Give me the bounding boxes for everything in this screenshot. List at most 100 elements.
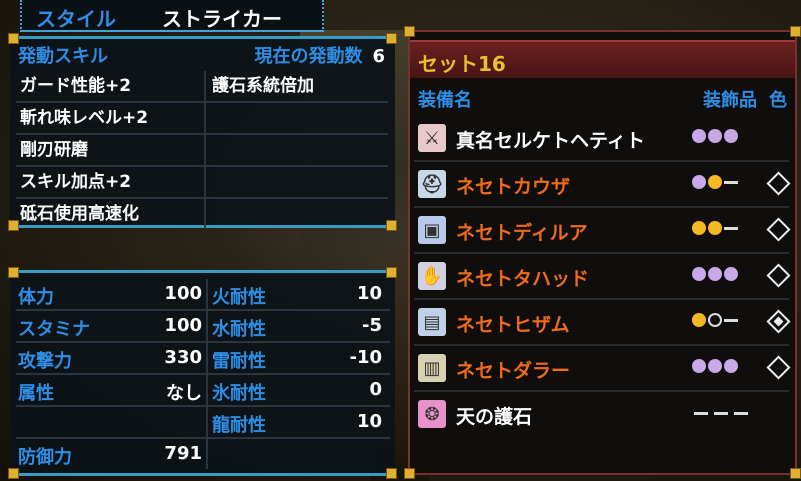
weapon-icon: ⚔ <box>418 124 446 152</box>
color-diamond-icon <box>766 217 791 242</box>
style-value: ストライカー <box>162 7 282 31</box>
decoration-slots <box>692 267 738 281</box>
stat-value: 791 <box>164 443 202 464</box>
divider <box>206 439 208 469</box>
divider <box>206 407 208 437</box>
decoration-slots <box>692 129 738 143</box>
corner-ornament <box>790 26 801 37</box>
resistance-name: 水耐性 <box>212 319 266 340</box>
active-count-value: 6 <box>372 46 385 67</box>
stat-row: 龍耐性 10 <box>16 407 390 439</box>
stat-name: 体力 <box>18 287 54 308</box>
skill-row[interactable]: スキル加点+2 <box>16 167 388 199</box>
skill-row[interactable]: 剛刃研磨 <box>16 135 388 167</box>
skill-row[interactable]: 砥石使用高速化 <box>16 199 388 229</box>
equipment-row[interactable]: ✋ ネセトタハッド <box>414 254 791 300</box>
slot-gold <box>708 221 722 235</box>
set-title: セット16 <box>418 52 506 76</box>
equipment-row[interactable]: ⚔ 真名セルケトヘティト <box>414 116 789 162</box>
skill-name <box>206 135 388 165</box>
active-skills-label: 発動スキル <box>18 46 108 67</box>
equipment-row[interactable]: ▤ ネセトヒザム <box>414 300 791 346</box>
resistance-name: 龍耐性 <box>212 415 266 436</box>
equipment-row[interactable]: ▥ ネセトダラー <box>414 346 791 392</box>
legs-icon: ▥ <box>418 354 446 382</box>
resistance-name: 火耐性 <box>212 287 266 308</box>
resistance-value: 10 <box>356 411 382 432</box>
decoration-slots <box>692 359 738 373</box>
slot-empty <box>708 313 722 327</box>
stat-row: 体力 100 火耐性 10 <box>16 279 390 311</box>
slot-purple <box>724 359 738 373</box>
slot-purple <box>708 267 722 281</box>
arms-icon: ✋ <box>418 262 446 290</box>
corner-ornament <box>404 468 415 479</box>
stat-value: なし <box>166 383 202 404</box>
corner-ornament <box>386 33 397 44</box>
resistance-value: 10 <box>356 283 382 304</box>
skill-row[interactable]: 斬れ味レベル+2 <box>16 103 388 135</box>
decoration-slots <box>692 313 738 327</box>
divider <box>206 311 208 341</box>
equipment-name: ネセトカウザ <box>456 176 571 198</box>
skill-name: 斬れ味レベル+2 <box>16 103 206 133</box>
equipment-set-panel: セット16 装備名 装飾品 色 ⚔ 真名セルケトヘティト ⛑ ネセトカウザ ▣ ネセトディ… <box>404 26 801 479</box>
helmet-icon: ⛑ <box>418 170 446 198</box>
equipment-name: 真名セルケトヘティト <box>456 130 645 152</box>
color-diamond-icon <box>766 263 791 288</box>
skill-name: ガード性能+2 <box>16 71 206 101</box>
skill-name: 剛刃研磨 <box>16 135 206 165</box>
equipment-row[interactable]: ▣ ネセトディルア <box>414 208 791 254</box>
skill-row[interactable]: ガード性能+2 護石系統倍加 <box>16 71 388 103</box>
chest-icon: ▣ <box>418 216 446 244</box>
slot-purple <box>692 175 706 189</box>
divider <box>206 375 208 405</box>
talisman-icon: ❂ <box>418 400 446 428</box>
color-diamond-icon <box>766 355 791 380</box>
slot-purple <box>724 267 738 281</box>
decoration-slots <box>692 175 738 189</box>
resistance-value: 0 <box>369 379 382 400</box>
resistance-name: 氷耐性 <box>212 383 266 404</box>
corner-ornament <box>790 468 801 479</box>
stat-name: 属性 <box>18 383 54 404</box>
corner-ornament <box>386 468 397 479</box>
stat-name: スタミナ <box>18 319 90 340</box>
corner-ornament <box>8 267 19 278</box>
decoration-slots <box>692 221 738 235</box>
slot-dash <box>724 226 738 230</box>
stats-panel: 体力 100 火耐性 10 スタミナ 100 水耐性 -5 攻撃力 330 雷耐… <box>8 267 397 479</box>
stat-value: 100 <box>164 315 202 336</box>
slot-dash <box>724 180 738 184</box>
slot-purple <box>708 129 722 143</box>
skill-panel: 発動スキル 現在の発動数 6 ガード性能+2 護石系統倍加 斬れ味レベル+2 剛刃… <box>8 33 397 231</box>
slot-gold <box>708 175 722 189</box>
corner-ornament <box>404 26 415 37</box>
stat-row: スタミナ 100 水耐性 -5 <box>16 311 390 343</box>
waist-icon: ▤ <box>418 308 446 336</box>
equipment-name: 天の護石 <box>456 406 533 428</box>
active-count-label: 現在の発動数 <box>254 46 363 67</box>
set-title-bar[interactable]: セット16 <box>410 40 795 78</box>
style-tab[interactable]: スタイル ストライカー <box>20 0 324 32</box>
skill-header: 発動スキル 現在の発動数 6 <box>18 42 385 68</box>
slot-purple <box>708 359 722 373</box>
stat-value: 100 <box>164 283 202 304</box>
slot-purple <box>692 129 706 143</box>
style-label: スタイル <box>36 7 116 31</box>
equipment-row[interactable]: ❂ 天の護石 <box>414 392 789 436</box>
color-diamond-icon <box>766 171 791 196</box>
stat-row: 防御力 791 <box>16 439 390 469</box>
slot-gold <box>692 313 706 327</box>
equipment-row[interactable]: ⛑ ネセトカウザ <box>414 162 791 208</box>
equipment-name: ネセトダラー <box>456 360 571 382</box>
decoration-header: 装飾品 <box>703 90 757 111</box>
stat-name: 攻撃力 <box>18 351 72 372</box>
stat-row: 属性 なし 氷耐性 0 <box>16 375 390 407</box>
slot-gold <box>692 221 706 235</box>
slot-dash <box>724 318 738 322</box>
resistance-value: -5 <box>362 315 382 336</box>
equipment-header: 装備名 装飾品 色 <box>418 86 787 112</box>
skill-name <box>206 167 388 197</box>
skill-name: 護石系統倍加 <box>212 76 314 96</box>
